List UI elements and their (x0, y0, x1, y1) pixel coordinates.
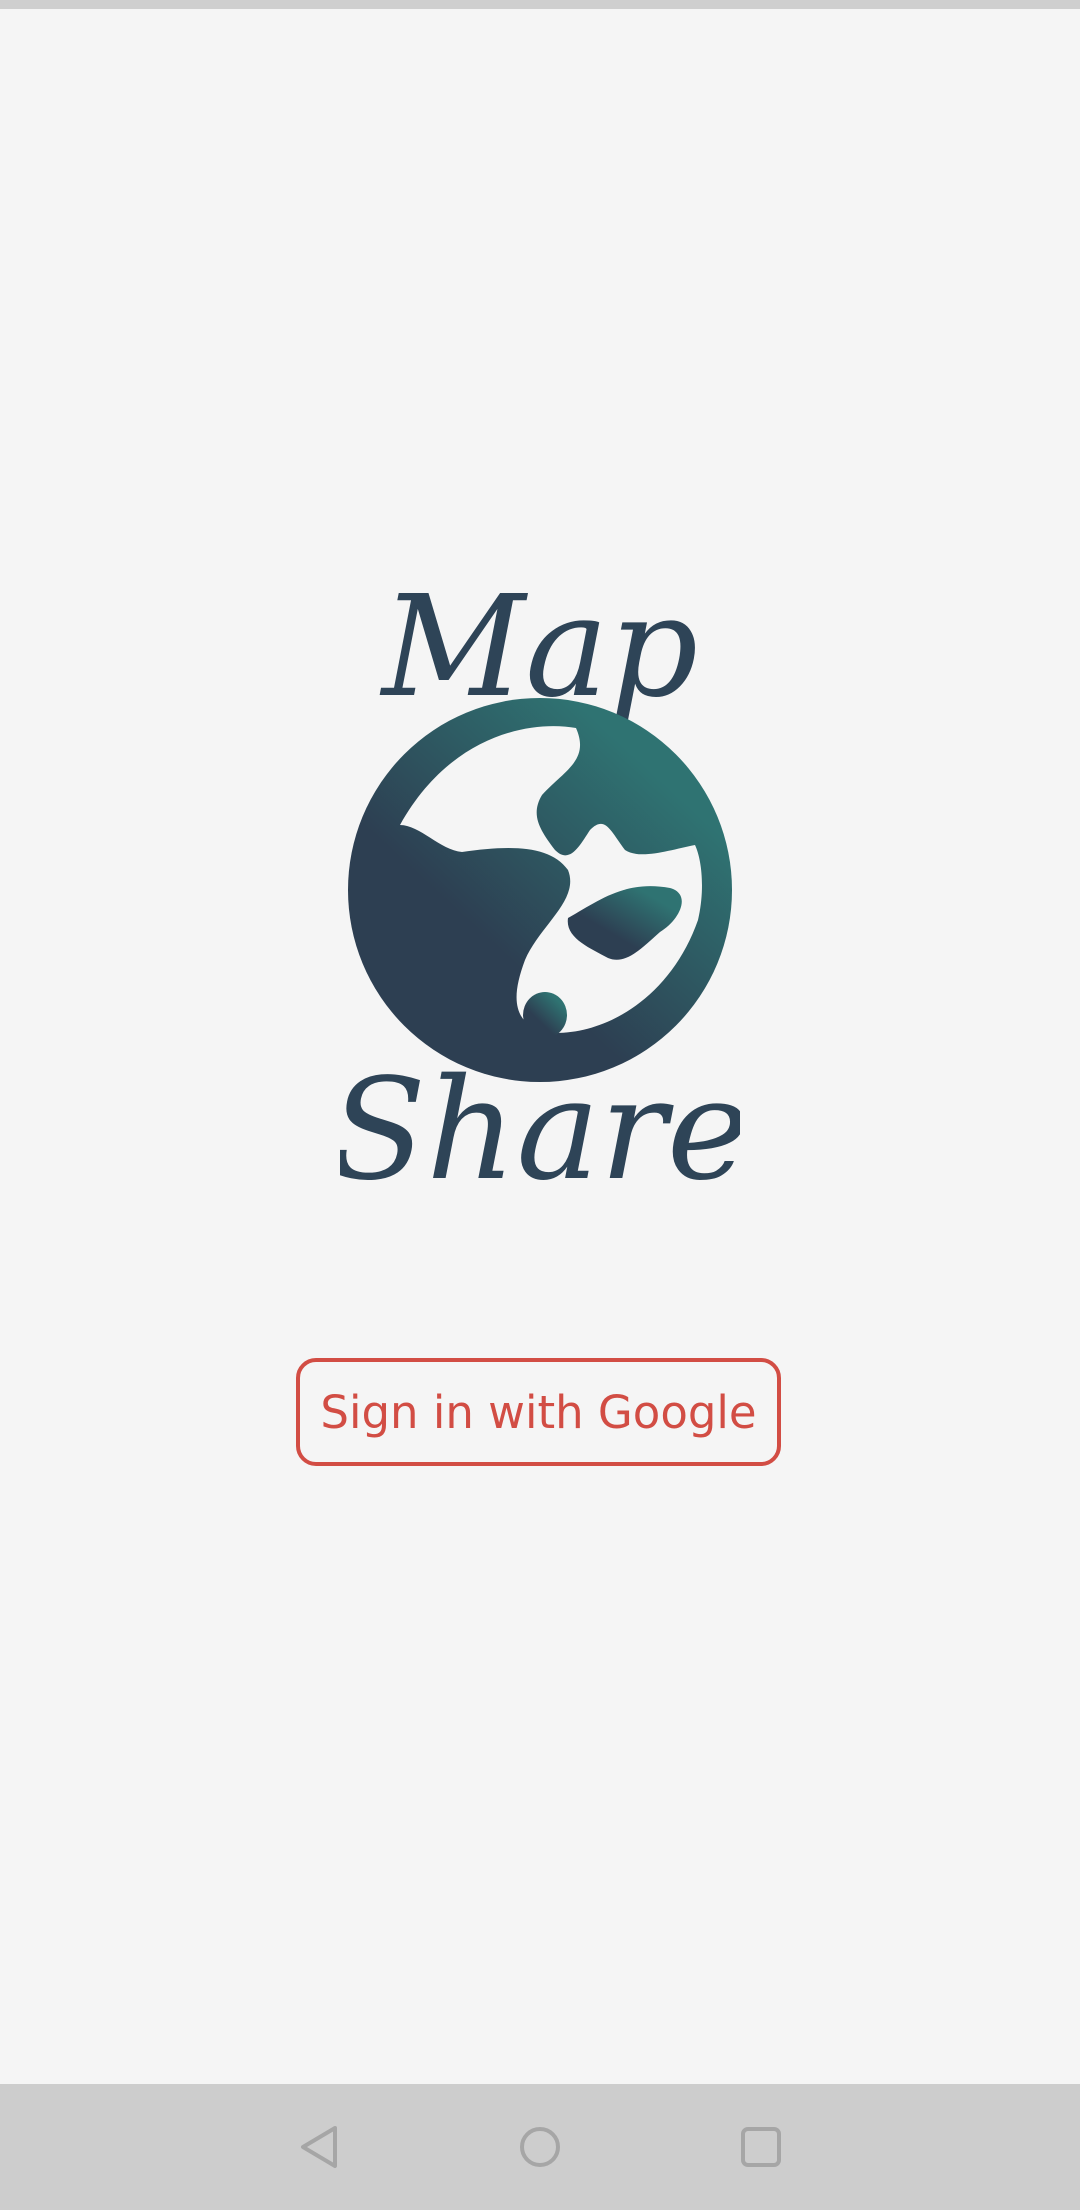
status-bar (0, 0, 1080, 9)
nav-back-button[interactable] (265, 2084, 375, 2210)
recents-icon (741, 2127, 781, 2167)
nav-home-button[interactable] (485, 2084, 595, 2210)
back-icon (301, 2126, 337, 2168)
globe-icon (348, 698, 732, 1082)
app-logo: Map Share (340, 560, 740, 1200)
system-navigation-bar (0, 2084, 1080, 2210)
sign-in-with-google-button[interactable]: Sign in with Google (296, 1358, 781, 1466)
home-icon (520, 2127, 560, 2167)
logo-word-share: Share (340, 1049, 740, 1200)
nav-recents-button[interactable] (706, 2084, 816, 2210)
